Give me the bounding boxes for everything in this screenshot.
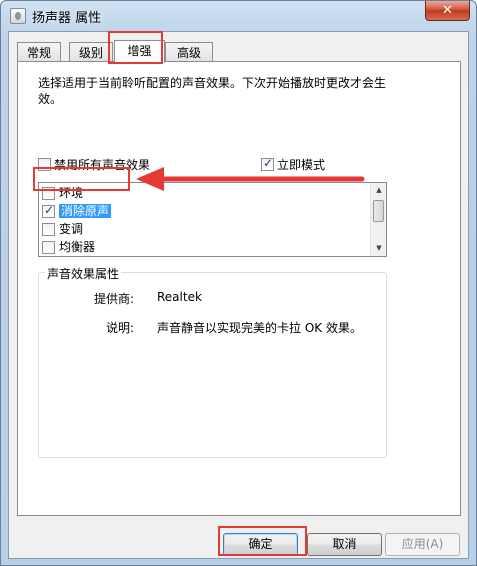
explanation-value: 声音静音以实现完美的卡拉 OK 效果。: [157, 321, 362, 335]
provider-label: 提供商:: [93, 292, 134, 306]
title-bar[interactable]: 扬声器 属性 ✕: [1, 1, 476, 31]
tab-levels[interactable]: 级别: [69, 42, 113, 62]
effect-label: 环境: [59, 186, 84, 200]
enhancements-panel: 选择适用于当前聆听配置的声音效果。下次开始播放时更改才会生效。 禁用所有声音效果…: [17, 61, 461, 516]
effect-checkbox[interactable]: [42, 203, 55, 218]
scroll-down-icon[interactable]: ▼: [371, 241, 386, 256]
disable-all-effects-checkbox[interactable]: [38, 158, 51, 171]
annotation-arrow-icon: [136, 167, 365, 191]
explanation-label: 说明:: [105, 321, 134, 335]
effect-label: 消除原声: [59, 204, 112, 218]
effect-label: 均衡器: [59, 240, 96, 254]
effect-checkbox[interactable]: [42, 222, 55, 236]
effect-properties-group: 声音效果属性 提供商: Realtek 说明: 声音静音以实现完美的卡拉 OK …: [38, 265, 387, 458]
effect-item-environment[interactable]: 环境: [42, 184, 83, 201]
effect-checkbox[interactable]: [42, 240, 55, 254]
tab-general[interactable]: 常规: [17, 42, 61, 62]
provider-value: Realtek: [157, 290, 202, 304]
ok-button[interactable]: 确定: [223, 533, 298, 556]
effect-checkbox[interactable]: [42, 186, 55, 200]
dialog-client: 常规 级别 增强 高级 选择适用于当前聆听配置的声音效果。下次开始播放时更改才会…: [8, 31, 469, 559]
effect-label: 变调: [59, 222, 84, 236]
properties-dialog: 扬声器 属性 ✕ 常规 级别 增强 高级 选择适用于当前聆听配置的声音效果。下次…: [0, 0, 477, 566]
tab-advanced[interactable]: 高级: [165, 42, 213, 62]
scroll-up-icon[interactable]: ▲: [371, 183, 386, 198]
window-title: 扬声器 属性: [32, 11, 102, 26]
effect-item-equalizer[interactable]: 均衡器: [42, 238, 95, 255]
cancel-button[interactable]: 取消: [307, 533, 382, 556]
effect-item-pitch-shift[interactable]: 变调: [42, 220, 83, 237]
scroll-thumb[interactable]: [373, 200, 384, 222]
apply-button[interactable]: 应用(A): [385, 533, 460, 556]
enhancements-description: 选择适用于当前聆听配置的声音效果。下次开始播放时更改才会生效。: [38, 76, 387, 106]
effect-item-voice-cancellation[interactable]: 消除原声: [42, 202, 112, 219]
effect-properties-title: 声音效果属性: [45, 265, 122, 282]
effects-scrollbar[interactable]: ▲ ▼: [370, 183, 386, 256]
close-button[interactable]: ✕: [425, 1, 470, 21]
tab-enhancements[interactable]: 增强: [114, 40, 165, 63]
speaker-icon: [10, 8, 26, 24]
